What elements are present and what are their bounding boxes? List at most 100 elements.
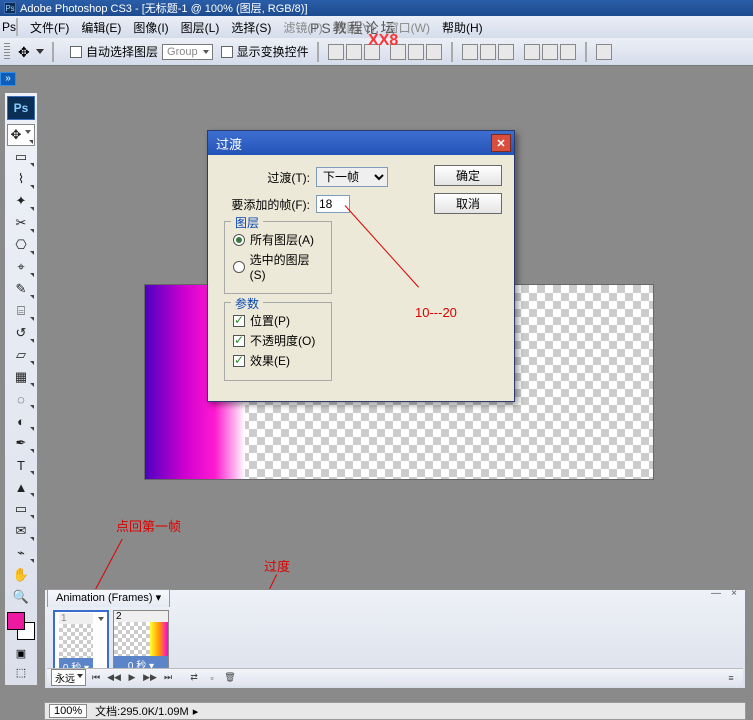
color-swatches[interactable] (7, 612, 35, 640)
menu-file[interactable]: 文件(F) (24, 17, 75, 38)
heal-tool[interactable]: ⌖ (7, 256, 35, 278)
screenmode-toggle[interactable]: ⬚ (7, 663, 35, 681)
distribute-icon-6[interactable] (560, 44, 576, 60)
menu-image[interactable]: 图像(I) (127, 17, 174, 38)
menu-view[interactable]: 视图(V) (329, 17, 381, 38)
distribute-icon-5[interactable] (542, 44, 558, 60)
blur-tool[interactable]: ◌ (7, 388, 35, 410)
history-brush-tool[interactable]: ↺ (7, 322, 35, 344)
path-select-tool[interactable]: ▲ (7, 476, 35, 498)
zoom-tool[interactable]: 🔍 (7, 586, 35, 608)
dialog-titlebar[interactable]: 过渡 ✕ (208, 131, 514, 155)
align-icon-5[interactable] (408, 44, 424, 60)
frames-label: 要添加的帧(F): (220, 196, 310, 213)
align-icon-1[interactable] (328, 44, 344, 60)
animation-tab[interactable]: Animation (Frames) ▾ (47, 589, 170, 607)
move-tool[interactable]: ✥ (7, 124, 35, 146)
ps-logo-icon: Ps (2, 20, 16, 34)
status-menu-icon[interactable]: ▸ (193, 705, 199, 718)
animation-toolbar: 永远 ⏮ ◀◀ ▶ ▶▶ ⏭ ⇄ ▫ 🗑 ≡ (47, 668, 743, 686)
pen-tool[interactable]: ✒ (7, 432, 35, 454)
move-tool-icon (18, 44, 34, 60)
menu-select[interactable]: 选择(S) (225, 17, 277, 38)
dodge-tool[interactable]: ◐ (7, 410, 35, 432)
gradient-tool[interactable]: ▦ (7, 366, 35, 388)
radio-dot-icon (233, 234, 245, 246)
quickmask-toggle[interactable]: ▣ (7, 644, 35, 662)
tween-button[interactable]: ⇄ (186, 671, 202, 685)
radio-dot-icon (233, 261, 245, 273)
align-icon-6[interactable] (426, 44, 442, 60)
brush-tool[interactable]: ✎ (7, 278, 35, 300)
ps-chip-icon: Ps (4, 2, 16, 14)
prev-frame-button[interactable]: ◀◀ (106, 671, 122, 685)
radio-selected-layers[interactable]: 选中的图层(S) (233, 251, 323, 282)
params-group: 参数 位置(P) 不透明度(O) 效果(E) (224, 302, 332, 381)
preset-dropdown-icon[interactable] (36, 49, 44, 54)
type-tool[interactable]: T (7, 454, 35, 476)
tools-panel: Ps ✥ ▭ ⌇ ✦ ✂ ⎔ ⌖ ✎ ⌸ ↺ ▱ ▦ ◌ ◐ ✒ T ▲ ▭ ✉… (4, 92, 38, 686)
annotation-hint2: 点回第一帧 (116, 516, 181, 535)
menu-filter[interactable]: 滤镜(T) (277, 17, 328, 38)
auto-select-target[interactable]: Group (162, 44, 213, 60)
ps-badge-icon: Ps (7, 96, 35, 120)
next-frame-button[interactable]: ▶▶ (142, 671, 158, 685)
first-frame-button[interactable]: ⏮ (88, 671, 104, 685)
panel-close-icon[interactable]: × (727, 588, 741, 598)
stamp-tool[interactable]: ⌸ (7, 300, 35, 322)
delete-frame-button[interactable]: 🗑 (222, 671, 238, 685)
transition-select[interactable]: 下一帧 (316, 167, 388, 187)
transition-label: 过渡(T): (220, 169, 310, 186)
status-bar: 100% 文档:295.0K/1.09M ▸ (44, 702, 746, 720)
menu-edit[interactable]: 编辑(E) (75, 17, 127, 38)
grip-icon[interactable] (4, 43, 10, 61)
auto-select-checkbox[interactable] (70, 46, 82, 58)
check-opacity[interactable]: 不透明度(O) (233, 332, 323, 349)
arrange-icon[interactable] (596, 44, 612, 60)
cancel-button[interactable]: 取消 (434, 193, 502, 214)
align-icon-4[interactable] (390, 44, 406, 60)
zoom-field[interactable]: 100% (49, 704, 87, 718)
menu-layer[interactable]: 图层(L) (175, 17, 226, 38)
animation-panel: Animation (Frames) ▾ — × 1 0 秒 ▾ 2 0 秒 ▾… (44, 589, 746, 689)
menu-help[interactable]: 帮助(H) (436, 17, 489, 38)
distribute-icon-2[interactable] (480, 44, 496, 60)
eyedropper-tool[interactable]: ⌁ (7, 542, 35, 564)
palette-collapse-tab[interactable] (0, 72, 16, 86)
crop-tool[interactable]: ✂ (7, 212, 35, 234)
shape-tool[interactable]: ▭ (7, 498, 35, 520)
align-icon-3[interactable] (364, 44, 380, 60)
marquee-tool[interactable]: ▭ (7, 146, 35, 168)
options-bar: 自动选择图层 Group 显示变换控件 (0, 38, 753, 66)
app-title: Adobe Photoshop CS3 - [无标题-1 @ 100% (图层,… (20, 0, 308, 16)
panel-minimize-icon[interactable]: — (709, 588, 723, 598)
show-transform-checkbox[interactable] (221, 46, 233, 58)
distribute-icon-4[interactable] (524, 44, 540, 60)
last-frame-button[interactable]: ⏭ (160, 671, 176, 685)
close-icon[interactable]: ✕ (491, 134, 511, 152)
auto-select-label: 自动选择图层 (86, 43, 158, 60)
convert-timeline-button[interactable]: ≡ (723, 671, 739, 685)
menu-window[interactable]: 窗口(W) (381, 17, 436, 38)
eraser-tool[interactable]: ▱ (7, 344, 35, 366)
notes-tool[interactable]: ✉ (7, 520, 35, 542)
annotation-hint1: 10---20 (415, 305, 457, 320)
layers-group: 图层 所有图层(A) 选中的图层(S) (224, 221, 332, 294)
new-frame-button[interactable]: ▫ (204, 671, 220, 685)
params-legend: 参数 (231, 295, 263, 312)
check-position[interactable]: 位置(P) (233, 312, 323, 329)
dialog-title: 过渡 (216, 134, 242, 153)
align-icon-2[interactable] (346, 44, 362, 60)
distribute-icon-3[interactable] (498, 44, 514, 60)
play-button[interactable]: ▶ (124, 671, 140, 685)
hand-tool[interactable]: ✋ (7, 564, 35, 586)
check-effects[interactable]: 效果(E) (233, 352, 323, 369)
loop-select[interactable]: 永远 (51, 669, 86, 686)
radio-all-layers[interactable]: 所有图层(A) (233, 231, 323, 248)
distribute-icon-1[interactable] (462, 44, 478, 60)
tween-dialog: 过渡 ✕ 确定 取消 过渡(T): 下一帧 要添加的帧(F): 图层 所有图层(… (207, 130, 515, 402)
ok-button[interactable]: 确定 (434, 165, 502, 186)
wand-tool[interactable]: ✦ (7, 190, 35, 212)
slice-tool[interactable]: ⎔ (7, 234, 35, 256)
lasso-tool[interactable]: ⌇ (7, 168, 35, 190)
